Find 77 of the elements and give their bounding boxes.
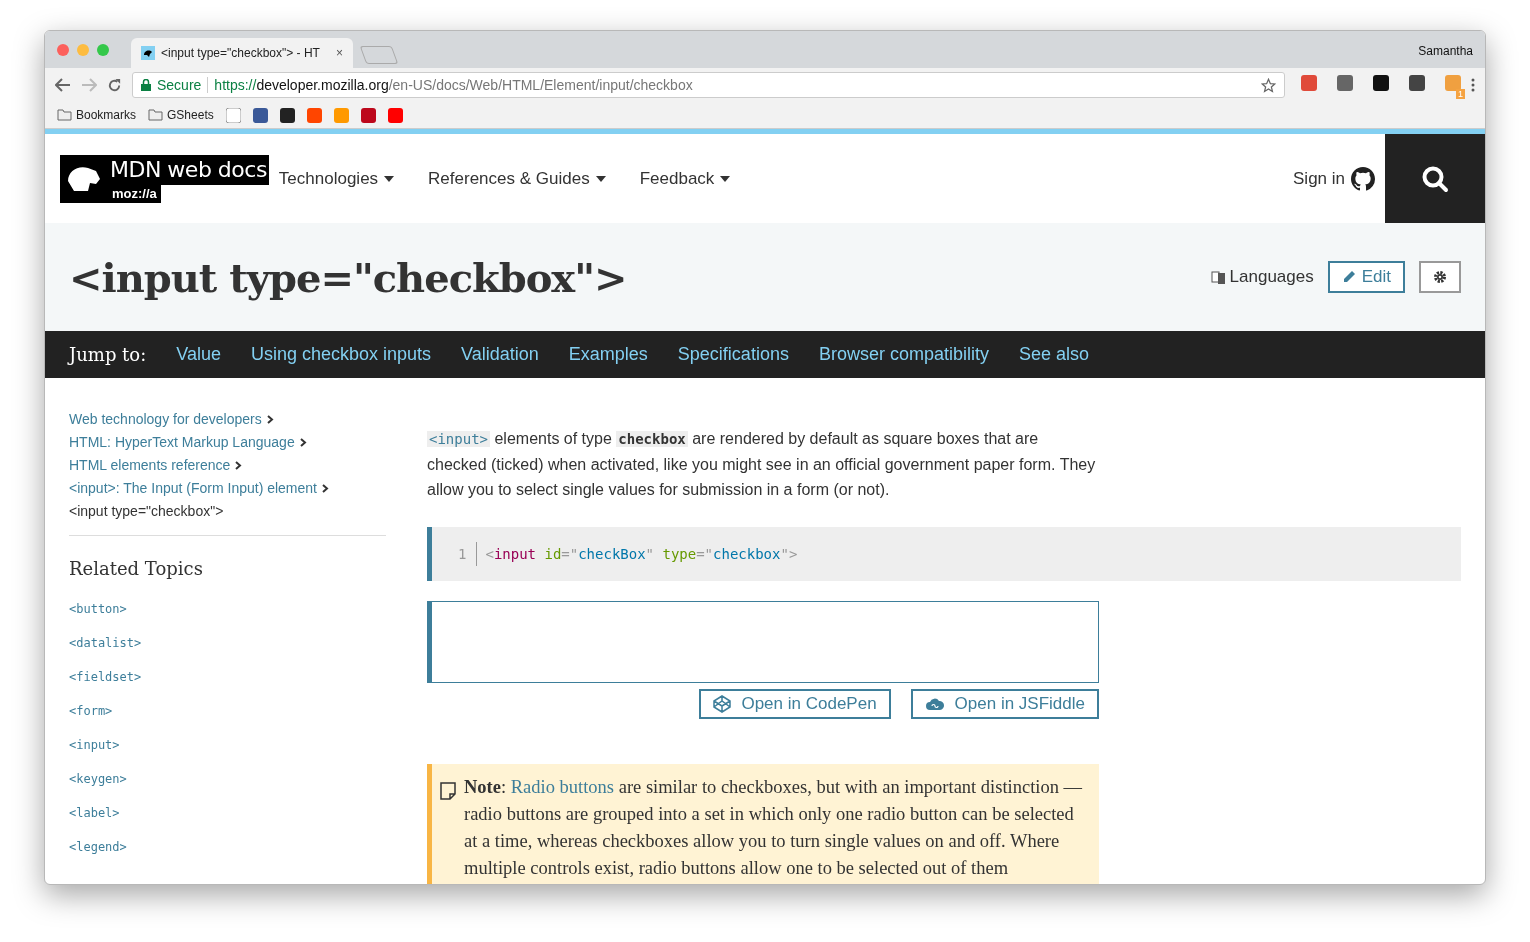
tab-title: <input type="checkbox"> - HT bbox=[161, 46, 321, 60]
url-text: https://developer.mozilla.org/en-US/docs/Web/HTML/Element/input/checkbox bbox=[214, 77, 693, 93]
topic-link[interactable]: <datalist> bbox=[69, 635, 386, 651]
topic-link[interactable]: <input> bbox=[69, 737, 386, 753]
cloud-icon bbox=[924, 697, 945, 711]
open-example-button[interactable]: Open in CodePen bbox=[699, 689, 891, 719]
settings-button[interactable] bbox=[1419, 261, 1461, 293]
caret-icon bbox=[720, 175, 731, 182]
star-icon[interactable] bbox=[1261, 77, 1276, 93]
jump-link[interactable]: Value bbox=[176, 344, 221, 365]
note-icon bbox=[440, 782, 456, 800]
logo-title[interactable]: MDN web docs bbox=[108, 154, 269, 185]
folder-icon bbox=[57, 109, 72, 121]
search-button[interactable] bbox=[1385, 134, 1485, 223]
menu-icon[interactable] bbox=[1471, 78, 1475, 92]
jump-link[interactable]: Specifications bbox=[677, 344, 789, 365]
nav-menu[interactable]: Feedback bbox=[639, 168, 731, 189]
extension-icon[interactable] bbox=[1337, 75, 1353, 91]
jump-link[interactable]: See also bbox=[1018, 344, 1090, 365]
lock-icon bbox=[141, 79, 151, 91]
extension-icon[interactable] bbox=[1409, 75, 1425, 91]
jump-to-label: Jump to: bbox=[69, 344, 147, 365]
caret-icon bbox=[595, 175, 606, 182]
secure-label: Secure bbox=[157, 77, 209, 93]
topic-link[interactable]: <form> bbox=[69, 703, 386, 719]
gear-icon bbox=[1433, 270, 1447, 284]
topic-link[interactable]: <button> bbox=[69, 601, 386, 617]
open-example-button[interactable]: Open in JSFiddle bbox=[910, 689, 1099, 719]
bookmark-folder[interactable]: Bookmarks bbox=[57, 108, 137, 122]
chevron-icon bbox=[299, 438, 307, 447]
breadcrumb-link[interactable]: <input>: The Input (Form Input) element bbox=[69, 477, 386, 500]
line-number: 1 bbox=[458, 542, 478, 566]
languages-link[interactable]: Languages bbox=[1210, 267, 1314, 287]
nav-menu[interactable]: References & Guides bbox=[428, 168, 606, 189]
intro-paragraph: <input> elements of type checkbox are rendered by default as square boxes that are checked (ticked) when activated, like you might see in an official government paper form. They allow you to select single values for submission in a form (or not). bbox=[427, 429, 1097, 500]
jump-link[interactable]: Examples bbox=[568, 344, 648, 365]
breadcrumb-link[interactable]: Web technology for developers bbox=[69, 408, 386, 431]
address-bar[interactable]: Secure https://developer.mozilla.org/en-US/docs/Web/HTML/Element/input/checkbox bbox=[132, 72, 1285, 98]
bookmark-site-icon[interactable] bbox=[279, 107, 295, 123]
code-line: <input id="checkBox" type="checkbox"> bbox=[485, 546, 798, 562]
nav-menu[interactable]: Technologies bbox=[278, 168, 395, 189]
extension-badge: 1 bbox=[1456, 89, 1465, 99]
sign-in-link[interactable]: Sign in bbox=[1293, 166, 1375, 191]
topic-link[interactable]: <legend> bbox=[69, 839, 386, 855]
browser-tab[interactable]: <input type="checkbox"> - HT × bbox=[131, 38, 353, 68]
jump-link[interactable]: Browser compatibility bbox=[818, 344, 989, 365]
breadcrumb-link[interactable]: <input type="checkbox"> bbox=[69, 500, 386, 523]
profile-name[interactable]: Samantha bbox=[1418, 44, 1473, 58]
search-icon bbox=[1421, 164, 1449, 193]
topic-link[interactable]: <fieldset> bbox=[69, 669, 386, 685]
close-window-button[interactable] bbox=[57, 44, 69, 56]
reload-icon[interactable] bbox=[107, 77, 122, 93]
cube-icon bbox=[713, 695, 732, 713]
note-text: Note: Radio buttons are similar to checkboxes, but with an important distinction — radio buttons are grouped into a set in which only one radio button can be selected at a time, whereas checkboxes allow you to turn single values on and off. Where multiple controls exist, radio buttons allow one to be selected out of them bbox=[464, 776, 1084, 880]
extension-icon[interactable] bbox=[1373, 75, 1389, 91]
caret-icon bbox=[384, 175, 395, 182]
edit-button[interactable]: Edit bbox=[1327, 261, 1405, 293]
jump-link[interactable]: Using checkbox inputs bbox=[250, 344, 432, 365]
related-topics-heading: Related Topics bbox=[69, 558, 204, 579]
chevron-icon bbox=[235, 461, 243, 470]
page-title: <input type="checkbox"> bbox=[69, 253, 627, 301]
topic-link[interactable]: <label> bbox=[69, 805, 386, 821]
bookmark-site-icon[interactable] bbox=[252, 107, 268, 123]
breadcrumb-link[interactable]: HTML elements reference bbox=[69, 454, 386, 477]
back-icon[interactable] bbox=[55, 78, 71, 92]
octocat-icon bbox=[1351, 166, 1375, 191]
topic-link[interactable]: <keygen> bbox=[69, 771, 386, 787]
pencil-icon bbox=[1341, 270, 1356, 284]
jump-link[interactable]: Validation bbox=[461, 344, 539, 365]
breadcrumb-link[interactable]: HTML: HyperText Markup Language bbox=[69, 431, 386, 454]
chevron-icon bbox=[266, 415, 274, 424]
bookmark-folder[interactable]: GSheets bbox=[148, 108, 214, 122]
folder-icon bbox=[148, 109, 164, 121]
chevron-icon bbox=[322, 484, 329, 493]
forward-icon[interactable] bbox=[81, 78, 97, 92]
radio-buttons-link[interactable]: Radio buttons bbox=[510, 777, 615, 797]
tab-close-button[interactable]: × bbox=[336, 46, 343, 60]
